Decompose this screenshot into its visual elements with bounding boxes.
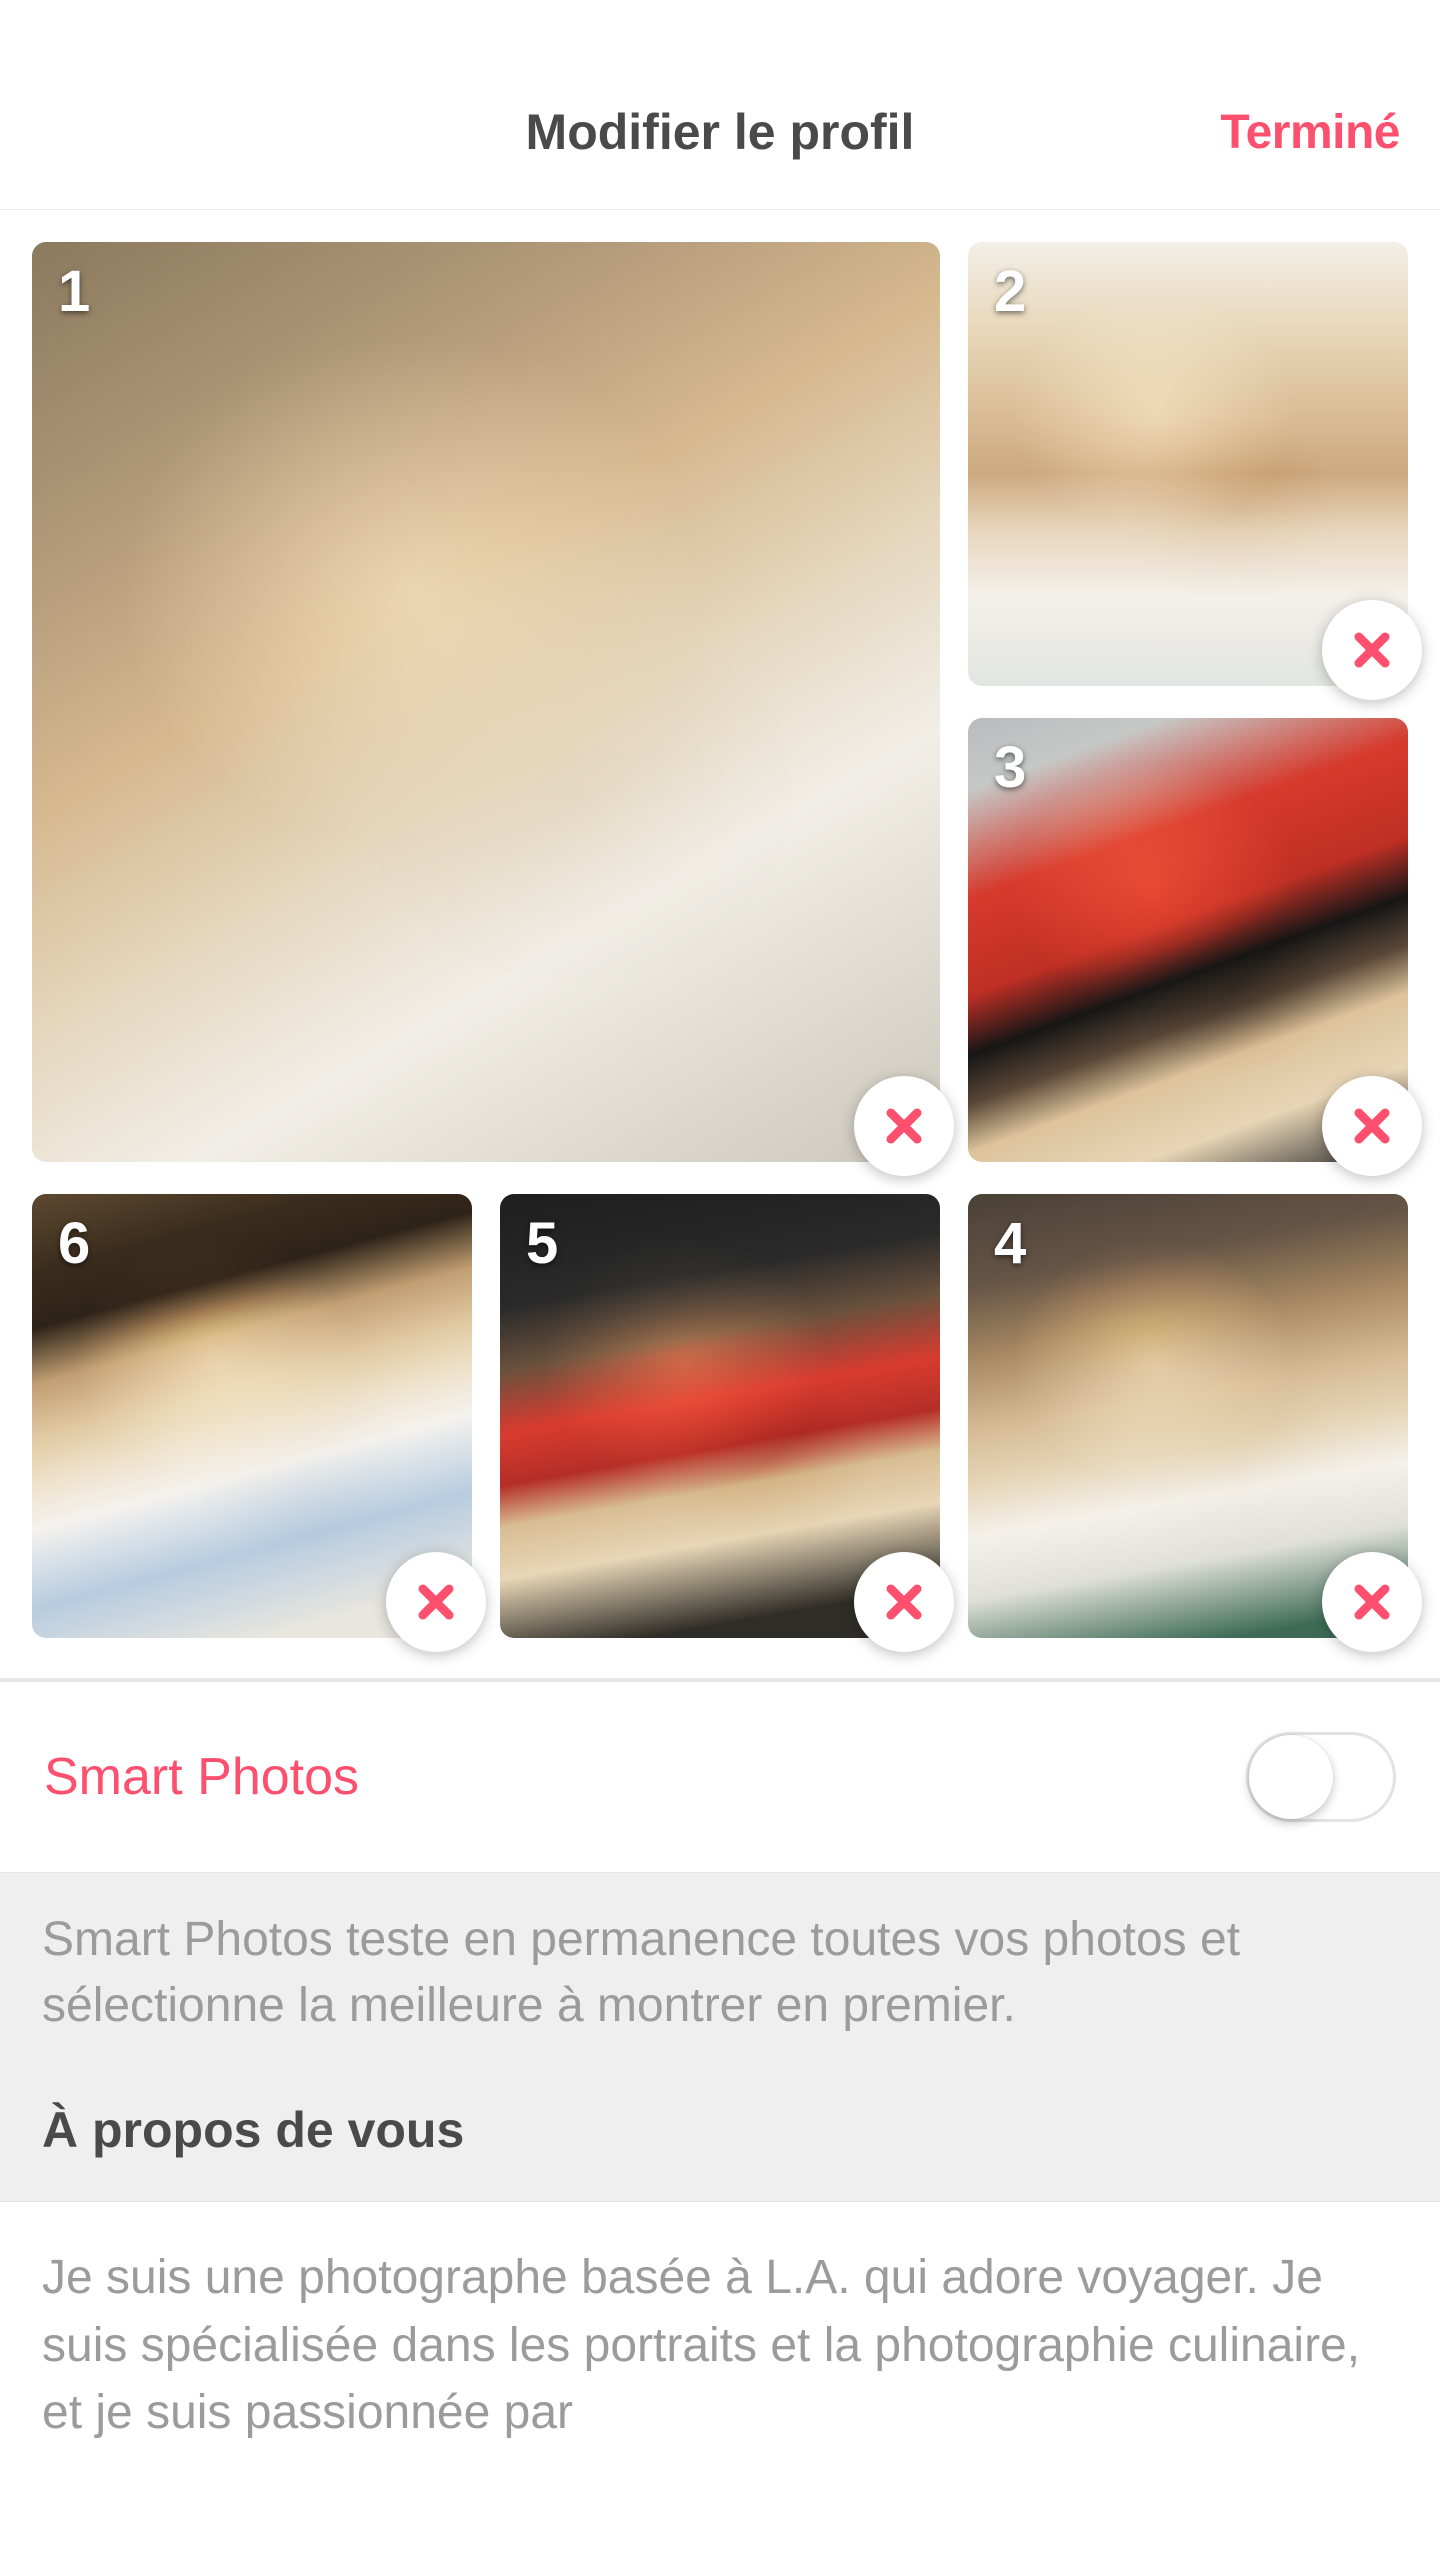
photo-slot-5[interactable]: 5 bbox=[500, 1194, 940, 1638]
photo-grid: 1 2 3 6 5 4 bbox=[0, 210, 1440, 1678]
photo-slot-1[interactable]: 1 bbox=[32, 242, 940, 1162]
smart-photos-description: Smart Photos teste en permanence toutes … bbox=[0, 1873, 1440, 2091]
photo-order-badge: 1 bbox=[58, 258, 90, 325]
close-icon bbox=[415, 1581, 457, 1623]
close-icon bbox=[1351, 629, 1393, 671]
page-title: Modifier le profil bbox=[526, 103, 915, 161]
photo-slot-4[interactable]: 4 bbox=[968, 1194, 1408, 1638]
about-heading: À propos de vous bbox=[0, 2091, 1440, 2201]
remove-photo-button[interactable] bbox=[854, 1076, 954, 1176]
close-icon bbox=[1351, 1105, 1393, 1147]
photo-slot-3[interactable]: 3 bbox=[968, 718, 1408, 1162]
smart-photos-row: Smart Photos bbox=[0, 1681, 1440, 1873]
photo-order-badge: 4 bbox=[994, 1210, 1026, 1277]
remove-photo-button[interactable] bbox=[1322, 600, 1422, 700]
remove-photo-button[interactable] bbox=[854, 1552, 954, 1652]
done-button[interactable]: Terminé bbox=[1220, 105, 1400, 160]
remove-photo-button[interactable] bbox=[1322, 1552, 1422, 1652]
close-icon bbox=[1351, 1581, 1393, 1623]
close-icon bbox=[883, 1105, 925, 1147]
photo-slot-6[interactable]: 6 bbox=[32, 1194, 472, 1638]
smart-photos-label: Smart Photos bbox=[44, 1747, 359, 1807]
close-icon bbox=[883, 1581, 925, 1623]
photo-order-badge: 5 bbox=[526, 1210, 558, 1277]
header-bar: Modifier le profil Terminé bbox=[0, 0, 1440, 210]
photo-slot-2[interactable]: 2 bbox=[968, 242, 1408, 686]
toggle-knob bbox=[1249, 1735, 1333, 1819]
profile-photo bbox=[32, 242, 940, 1162]
bio-section[interactable]: Je suis une photographe basée à L.A. qui… bbox=[0, 2201, 1440, 2446]
remove-photo-button[interactable] bbox=[1322, 1076, 1422, 1176]
photo-order-badge: 3 bbox=[994, 734, 1026, 801]
description-text: Smart Photos teste en permanence toutes … bbox=[42, 1907, 1398, 2039]
photo-order-badge: 2 bbox=[994, 258, 1026, 325]
bio-text: Je suis une photographe basée à L.A. qui… bbox=[42, 2244, 1398, 2446]
remove-photo-button[interactable] bbox=[386, 1552, 486, 1652]
photo-order-badge: 6 bbox=[58, 1210, 90, 1277]
smart-photos-toggle[interactable] bbox=[1246, 1732, 1396, 1822]
